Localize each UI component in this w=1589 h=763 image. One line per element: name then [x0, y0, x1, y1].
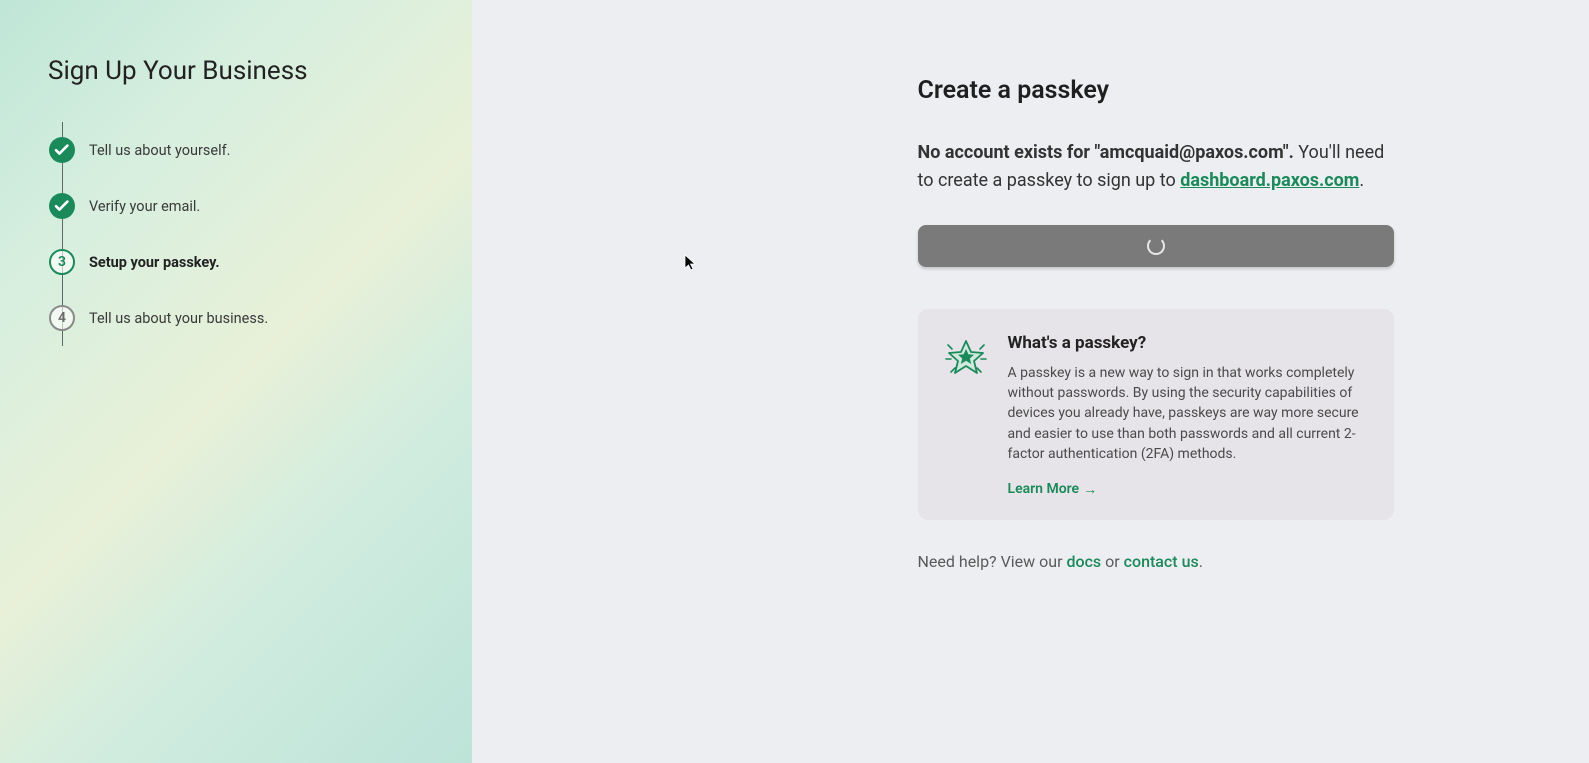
check-circle-icon [49, 193, 75, 219]
step-number-icon: 4 [49, 305, 75, 331]
learn-more-link[interactable]: Learn More → [1008, 481, 1098, 498]
step-label: Tell us about yourself. [89, 142, 231, 159]
info-body: What's a passkey? A passkey is a new way… [1008, 333, 1370, 498]
star-badge-icon [942, 333, 990, 498]
intro-email: amcquaid@paxos.com [1100, 142, 1283, 163]
help-line: Need help? View our docs or contact us. [918, 552, 1394, 571]
step-verify-email: Verify your email. [63, 178, 424, 234]
step-number-icon: 3 [49, 249, 75, 275]
step-label: Tell us about your business. [89, 310, 268, 327]
sidebar-title: Sign Up Your Business [48, 56, 424, 86]
create-passkey-button[interactable] [918, 225, 1394, 267]
main-pane: Create a passkey No account exists for "… [472, 0, 1589, 763]
loading-spinner-icon [1147, 237, 1165, 255]
step-about-yourself: Tell us about yourself. [63, 122, 424, 178]
learn-more-label: Learn More [1008, 481, 1080, 497]
info-text: A passkey is a new way to sign in that w… [1008, 363, 1370, 464]
intro-period: . [1359, 170, 1364, 191]
page-title: Create a passkey [918, 76, 1394, 105]
arrow-right-icon: → [1083, 481, 1097, 498]
dashboard-link[interactable]: dashboard.paxos.com [1180, 170, 1359, 191]
docs-link[interactable]: docs [1066, 552, 1101, 571]
signup-steps: Tell us about yourself. Verify your emai… [62, 122, 424, 346]
step-label: Setup your passkey. [89, 254, 220, 271]
passkey-info-card: What's a passkey? A passkey is a new way… [918, 309, 1394, 520]
help-period: . [1199, 552, 1203, 571]
step-about-business: 4 Tell us about your business. [63, 290, 424, 346]
check-circle-icon [49, 137, 75, 163]
info-title: What's a passkey? [1008, 333, 1370, 353]
intro-bold: No account exists for "amcquaid@paxos.co… [918, 142, 1294, 163]
help-prefix: Need help? View our [918, 552, 1067, 571]
contact-us-link[interactable]: contact us [1124, 552, 1199, 571]
help-or: or [1101, 552, 1123, 571]
intro-text: No account exists for "amcquaid@paxos.co… [918, 139, 1394, 195]
step-setup-passkey: 3 Setup your passkey. [63, 234, 424, 290]
signup-sidebar: Sign Up Your Business Tell us about your… [0, 0, 472, 763]
content-column: Create a passkey No account exists for "… [918, 76, 1394, 763]
step-label: Verify your email. [89, 198, 200, 215]
